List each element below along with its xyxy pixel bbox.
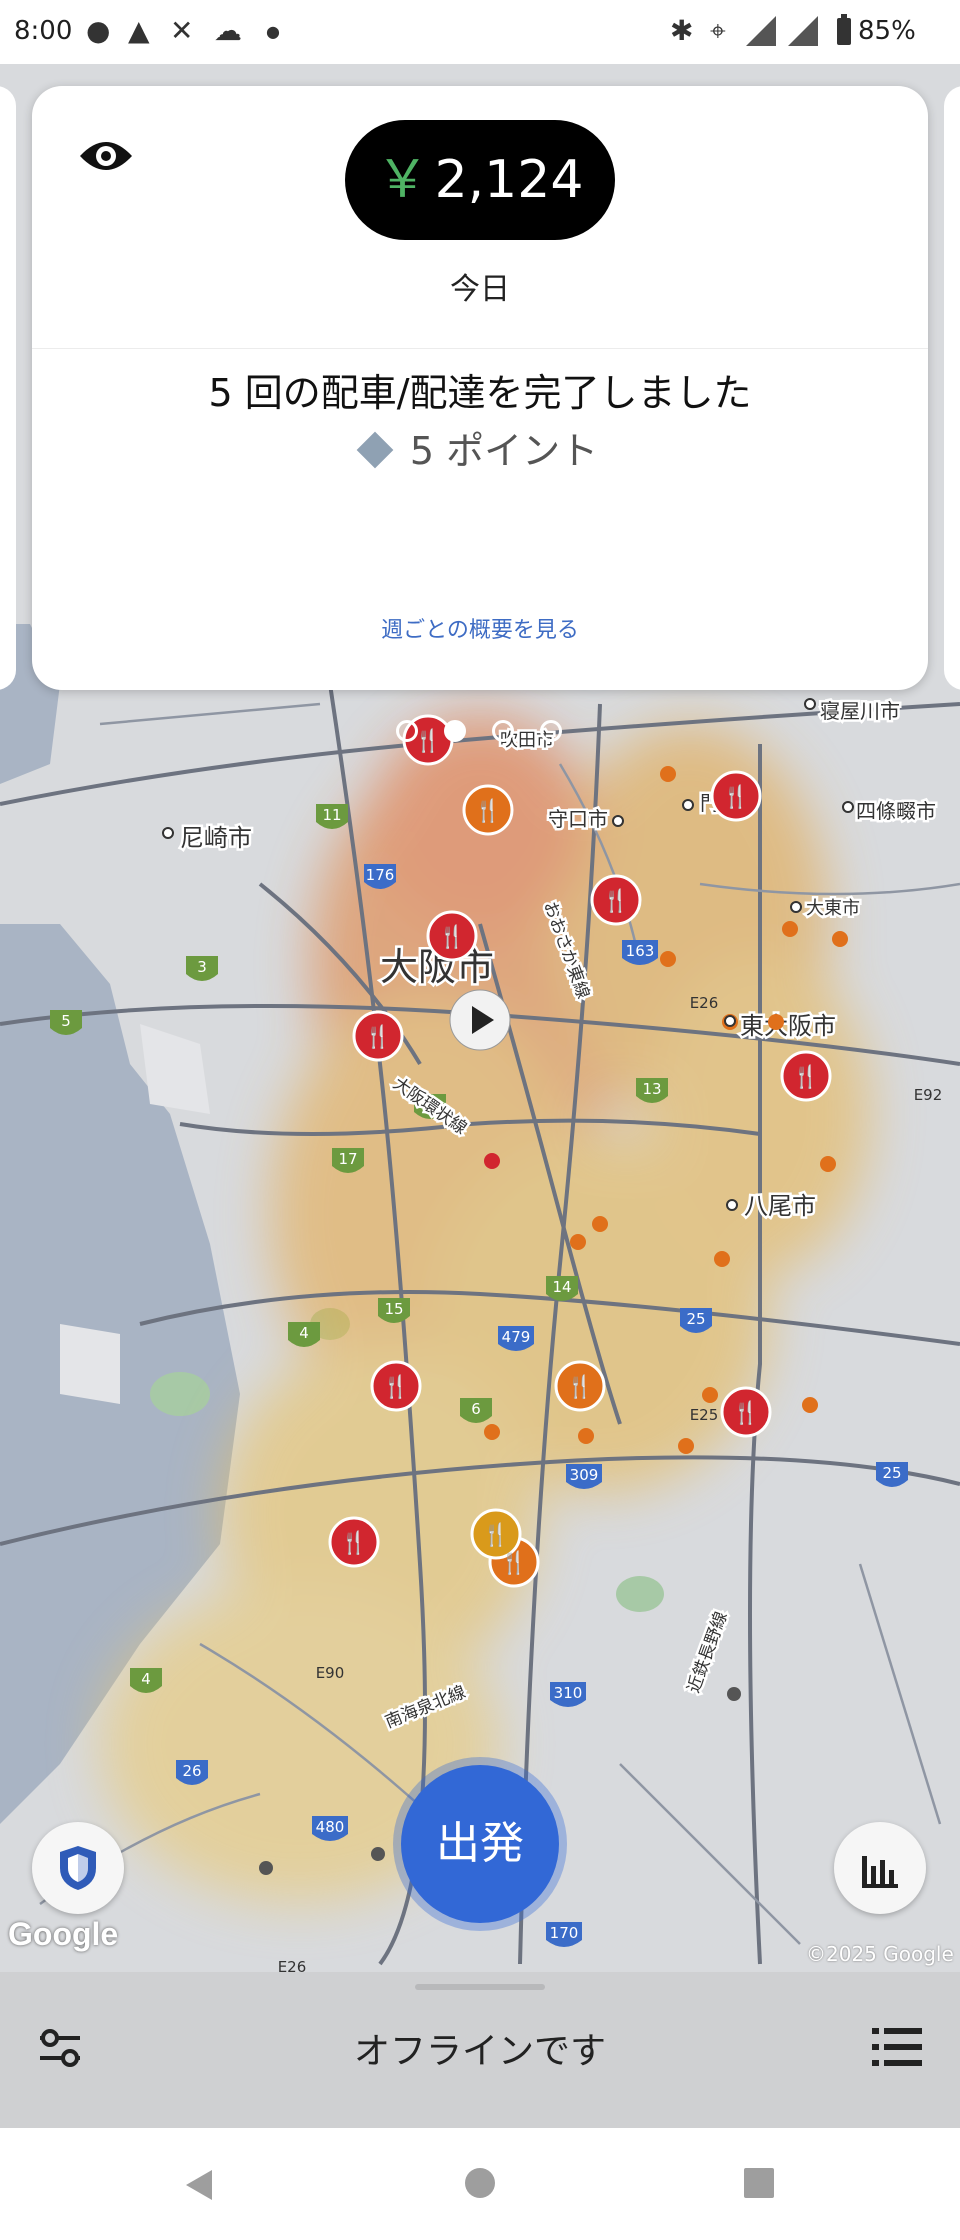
svg-text:5: 5 <box>61 1012 71 1030</box>
svg-text:176: 176 <box>366 866 395 884</box>
points-row: 5 ポイント <box>32 420 928 475</box>
svg-text:480: 480 <box>316 1818 345 1836</box>
earnings-amount-pill[interactable]: ￥ 2,124 <box>345 120 615 240</box>
status-time: 8:00 <box>14 16 73 46</box>
svg-text:17: 17 <box>338 1150 357 1168</box>
svg-text:479: 479 <box>502 1328 531 1346</box>
signal-icon <box>746 16 776 46</box>
svg-text:🍴: 🍴 <box>792 1064 819 1090</box>
svg-text:4: 4 <box>141 1670 151 1688</box>
svg-text:15: 15 <box>384 1300 403 1318</box>
svg-text:310: 310 <box>554 1684 583 1702</box>
svg-text:🍴: 🍴 <box>414 728 441 754</box>
system-nav-bar <box>0 2128 960 2240</box>
battery-icon <box>837 14 851 45</box>
warning-icon: ▲ <box>128 14 150 47</box>
google-logo: Google <box>8 1916 119 1952</box>
map-label-neyagawa: 寝屋川市 <box>820 699 900 723</box>
pager-dot[interactable] <box>396 720 418 742</box>
go-online-button[interactable]: 出発 <box>401 1765 559 1923</box>
eye-icon[interactable] <box>76 126 136 186</box>
svg-text:🍴: 🍴 <box>364 1024 391 1050</box>
map-copyright: ©2025 Google <box>806 1942 954 1966</box>
card-divider <box>32 348 928 349</box>
svg-text:14: 14 <box>552 1278 571 1296</box>
diamond-icon <box>356 431 394 468</box>
svg-text:🍴: 🍴 <box>382 1374 409 1400</box>
dot-icon: ● <box>266 22 280 41</box>
svg-text:25: 25 <box>686 1310 705 1328</box>
offline-status: オフラインです <box>353 2031 606 2072</box>
map-label-higashiosaka: 東大阪市 <box>740 1012 836 1040</box>
shield-icon <box>60 1846 96 1890</box>
previous-card-peek[interactable] <box>0 86 16 690</box>
svg-text:🍴: 🍴 <box>566 1374 593 1400</box>
earnings-amount: 2,124 <box>434 150 584 210</box>
map-label-kintetsu-line: 近鉄長野線 <box>684 1609 732 1696</box>
location-icon: ⌖ <box>710 14 726 47</box>
map-label-daito: 大東市 <box>806 898 860 919</box>
trips-completed-text: 5 回の配車/配達を完了しました <box>208 371 752 415</box>
svg-text:E25: E25 <box>690 1406 719 1424</box>
svg-text:🍴: 🍴 <box>500 1550 527 1576</box>
map-label-moriguchi: 守口市 <box>548 807 608 831</box>
svg-text:6: 6 <box>471 1400 481 1418</box>
map-label-amagasaki: 尼崎市 <box>180 824 252 852</box>
signal-icon <box>788 16 818 46</box>
weekly-summary-link[interactable]: 週ごとの概要を見る <box>32 612 928 644</box>
svg-text:🍴: 🍴 <box>474 798 501 824</box>
svg-text:4: 4 <box>299 1324 309 1342</box>
points-text: 5 ポイント <box>409 429 599 473</box>
svg-text:E92: E92 <box>914 1086 943 1104</box>
svg-text:🍴: 🍴 <box>722 784 749 810</box>
safety-button[interactable] <box>32 1822 124 1914</box>
bar-chart-icon <box>862 1856 898 1888</box>
svg-text:🍴: 🍴 <box>732 1400 759 1426</box>
svg-text:11: 11 <box>322 806 341 824</box>
svg-text:🍴: 🍴 <box>438 924 465 950</box>
x-app-icon: ✕ <box>170 14 194 47</box>
svg-text:26: 26 <box>182 1762 201 1780</box>
earnings-period: 今日 <box>450 272 510 307</box>
pager-dot-active[interactable] <box>444 720 466 742</box>
next-card-peek[interactable] <box>944 86 960 690</box>
pager-dot[interactable] <box>540 720 562 742</box>
svg-text:E26: E26 <box>690 994 719 1012</box>
bottom-panel[interactable]: オフラインです <box>0 1972 960 2128</box>
earnings-card: ￥ 2,124 今日 5 回の配車/配達を完了しました 5 ポイント 週ごとの概要… <box>32 86 928 690</box>
battery-level: 85% <box>858 16 916 46</box>
svg-text:E26: E26 <box>278 1958 307 1972</box>
currency-symbol: ￥ <box>376 150 429 210</box>
svg-text:3: 3 <box>197 958 207 976</box>
insights-button[interactable] <box>834 1822 926 1914</box>
svg-text:🍴: 🍴 <box>602 888 629 914</box>
home-icon[interactable] <box>465 2168 495 2198</box>
svg-text:309: 309 <box>570 1466 599 1484</box>
chat-bubble-icon: ● <box>86 14 111 47</box>
svg-text:13: 13 <box>642 1080 661 1098</box>
recents-icon[interactable] <box>744 2168 774 2198</box>
drag-handle[interactable] <box>415 1984 545 1990</box>
pager-dot[interactable] <box>492 720 514 742</box>
svg-text:25: 25 <box>882 1464 901 1482</box>
status-bar: 8:00 ● ▲ ✕ ☁ ● ✱ ⌖ 85% <box>0 0 960 64</box>
list-icon[interactable] <box>870 2022 924 2072</box>
map-label-shijonawate: 四條畷市 <box>856 799 936 823</box>
back-icon[interactable] <box>182 2168 216 2202</box>
bluetooth-icon: ✱ <box>670 14 694 47</box>
svg-text:170: 170 <box>550 1924 579 1942</box>
svg-text:163: 163 <box>626 942 655 960</box>
weather-icon: ☁ <box>214 14 242 47</box>
svg-text:E90: E90 <box>316 1664 345 1682</box>
map-label-yao: 八尾市 <box>744 1192 816 1220</box>
svg-text:🍴: 🍴 <box>482 1522 509 1548</box>
svg-text:🍴: 🍴 <box>340 1530 367 1556</box>
